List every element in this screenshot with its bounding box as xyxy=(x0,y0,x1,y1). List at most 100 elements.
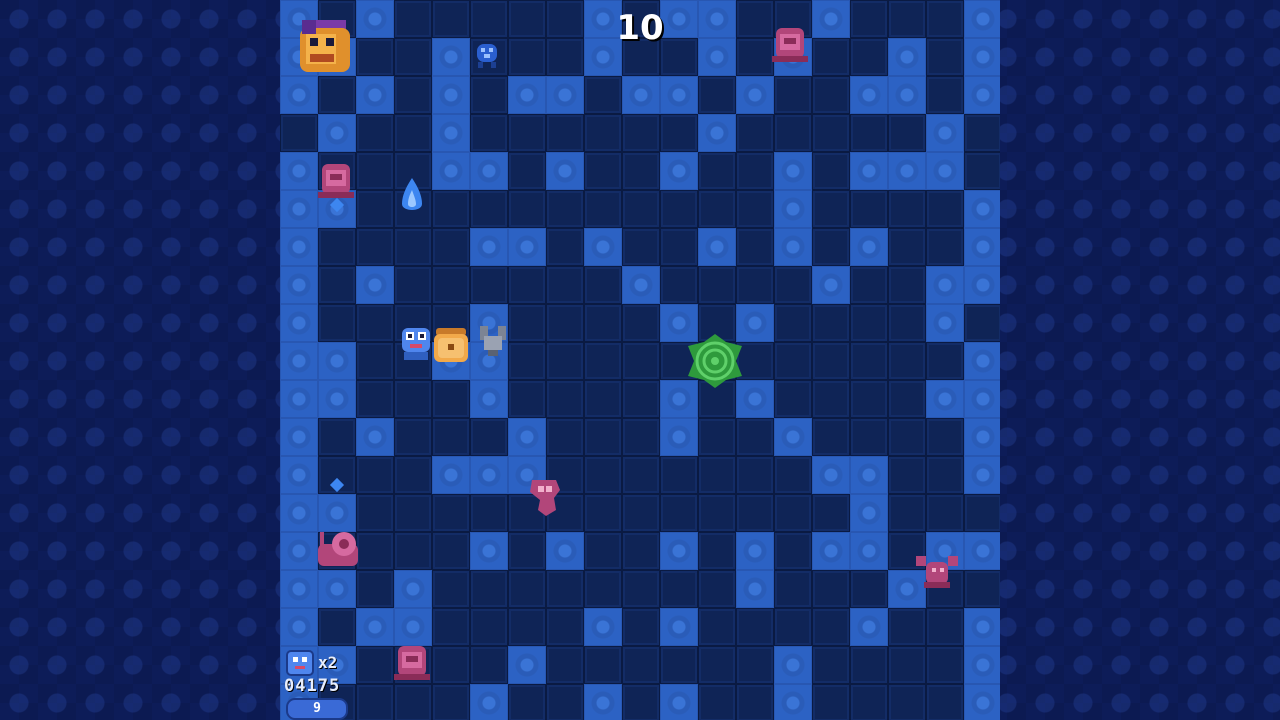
maze-wall-tile xyxy=(280,114,318,152)
maze-wall-tile xyxy=(584,114,622,152)
maze-wall-tile xyxy=(318,304,356,342)
maze-wall-tile xyxy=(508,38,546,76)
maze-wall-tile xyxy=(964,494,1000,532)
maze-wall-tile xyxy=(622,342,660,380)
maze-wall-tile xyxy=(812,608,850,646)
maze-floor-tile xyxy=(660,418,698,456)
maze-wall-tile xyxy=(394,38,432,76)
maze-wall-tile xyxy=(850,190,888,228)
maze-wall-tile xyxy=(584,418,622,456)
maze-floor-tile xyxy=(470,228,508,266)
maze-floor-tile xyxy=(470,456,508,494)
maze-wall-tile xyxy=(584,494,622,532)
maze-wall-tile xyxy=(812,190,850,228)
maze-floor-tile xyxy=(964,456,1000,494)
maze-floor-tile xyxy=(280,494,318,532)
maze-wall-tile xyxy=(812,114,850,152)
maze-wall-tile xyxy=(356,570,394,608)
maze-wall-tile xyxy=(318,418,356,456)
maze-wall-tile xyxy=(508,608,546,646)
boss-face-icon xyxy=(300,20,350,72)
maze-wall-tile xyxy=(888,494,926,532)
maze-wall-tile xyxy=(888,342,926,380)
maze-wall-tile xyxy=(622,570,660,608)
maze-floor-tile xyxy=(280,266,318,304)
maze-floor-tile xyxy=(508,418,546,456)
maze-wall-tile xyxy=(622,684,660,720)
pink-crawler-icon xyxy=(772,28,808,62)
hero-robot-icon xyxy=(402,328,430,360)
maze-wall-tile xyxy=(584,266,622,304)
maze-floor-tile xyxy=(888,38,926,76)
maze-floor-tile xyxy=(774,190,812,228)
maze-floor-tile xyxy=(964,532,1000,570)
maze-wall-tile xyxy=(698,608,736,646)
maze-wall-tile xyxy=(622,152,660,190)
maze-floor-tile xyxy=(850,152,888,190)
maze-floor-tile xyxy=(964,190,1000,228)
maze-floor-tile xyxy=(774,646,812,684)
maze-wall-tile xyxy=(964,152,1000,190)
maze-wall-tile xyxy=(736,494,774,532)
maze-wall-tile xyxy=(622,532,660,570)
maze-floor-tile xyxy=(926,304,964,342)
maze-wall-tile xyxy=(660,570,698,608)
maze-wall-tile xyxy=(698,684,736,720)
maze-wall-tile xyxy=(546,342,584,380)
maze-floor-tile xyxy=(812,0,850,38)
maze-wall-tile xyxy=(660,190,698,228)
maze-wall-tile xyxy=(660,494,698,532)
maze-wall-tile xyxy=(926,494,964,532)
maze-wall-tile xyxy=(470,570,508,608)
maze-wall-tile xyxy=(698,418,736,456)
maze-wall-tile xyxy=(698,646,736,684)
maze-floor-tile xyxy=(584,228,622,266)
maze-wall-tile xyxy=(812,76,850,114)
maze-floor-tile xyxy=(850,532,888,570)
maze-floor-tile xyxy=(926,380,964,418)
maze-wall-tile xyxy=(774,266,812,304)
maze-wall-tile xyxy=(470,76,508,114)
maze-wall-tile xyxy=(584,532,622,570)
maze-wall-tile xyxy=(888,380,926,418)
maze-floor-tile xyxy=(698,38,736,76)
maze-wall-tile xyxy=(774,608,812,646)
maze-wall-tile xyxy=(356,114,394,152)
maze-wall-tile xyxy=(888,608,926,646)
maze-wall-tile xyxy=(432,190,470,228)
lives-count: x2 xyxy=(318,653,338,672)
maze-wall-tile xyxy=(888,646,926,684)
maze-floor-tile xyxy=(850,456,888,494)
maze-wall-tile xyxy=(964,114,1000,152)
maze-wall-tile xyxy=(698,152,736,190)
maze-wall-tile xyxy=(470,114,508,152)
game-playfield[interactable]: 10 x2 04175 9 xyxy=(280,0,1000,720)
maze-wall-tile xyxy=(546,0,584,38)
maze-wall-tile xyxy=(584,646,622,684)
maze-floor-tile xyxy=(508,646,546,684)
maze-wall-tile xyxy=(774,114,812,152)
maze-wall-tile xyxy=(546,418,584,456)
maze-wall-tile xyxy=(736,114,774,152)
maze-floor-tile xyxy=(280,456,318,494)
maze-wall-tile xyxy=(926,76,964,114)
pink-crawler-icon xyxy=(318,164,354,198)
maze-wall-tile xyxy=(394,76,432,114)
maze-wall-tile xyxy=(356,38,394,76)
maze-wall-tile xyxy=(888,0,926,38)
maze-floor-tile xyxy=(318,342,356,380)
maze-wall-tile xyxy=(584,380,622,418)
maze-wall-tile xyxy=(660,114,698,152)
maze-wall-tile xyxy=(356,684,394,720)
maze-wall-tile xyxy=(850,304,888,342)
maze-floor-tile xyxy=(470,380,508,418)
maze-wall-tile xyxy=(432,570,470,608)
maze-wall-tile xyxy=(508,190,546,228)
maze-wall-tile xyxy=(774,76,812,114)
maze-wall-tile xyxy=(470,0,508,38)
maze-floor-tile xyxy=(964,608,1000,646)
maze-wall-tile xyxy=(736,228,774,266)
maze-floor-tile xyxy=(736,570,774,608)
maze-wall-tile xyxy=(736,266,774,304)
maze-wall-tile xyxy=(356,152,394,190)
